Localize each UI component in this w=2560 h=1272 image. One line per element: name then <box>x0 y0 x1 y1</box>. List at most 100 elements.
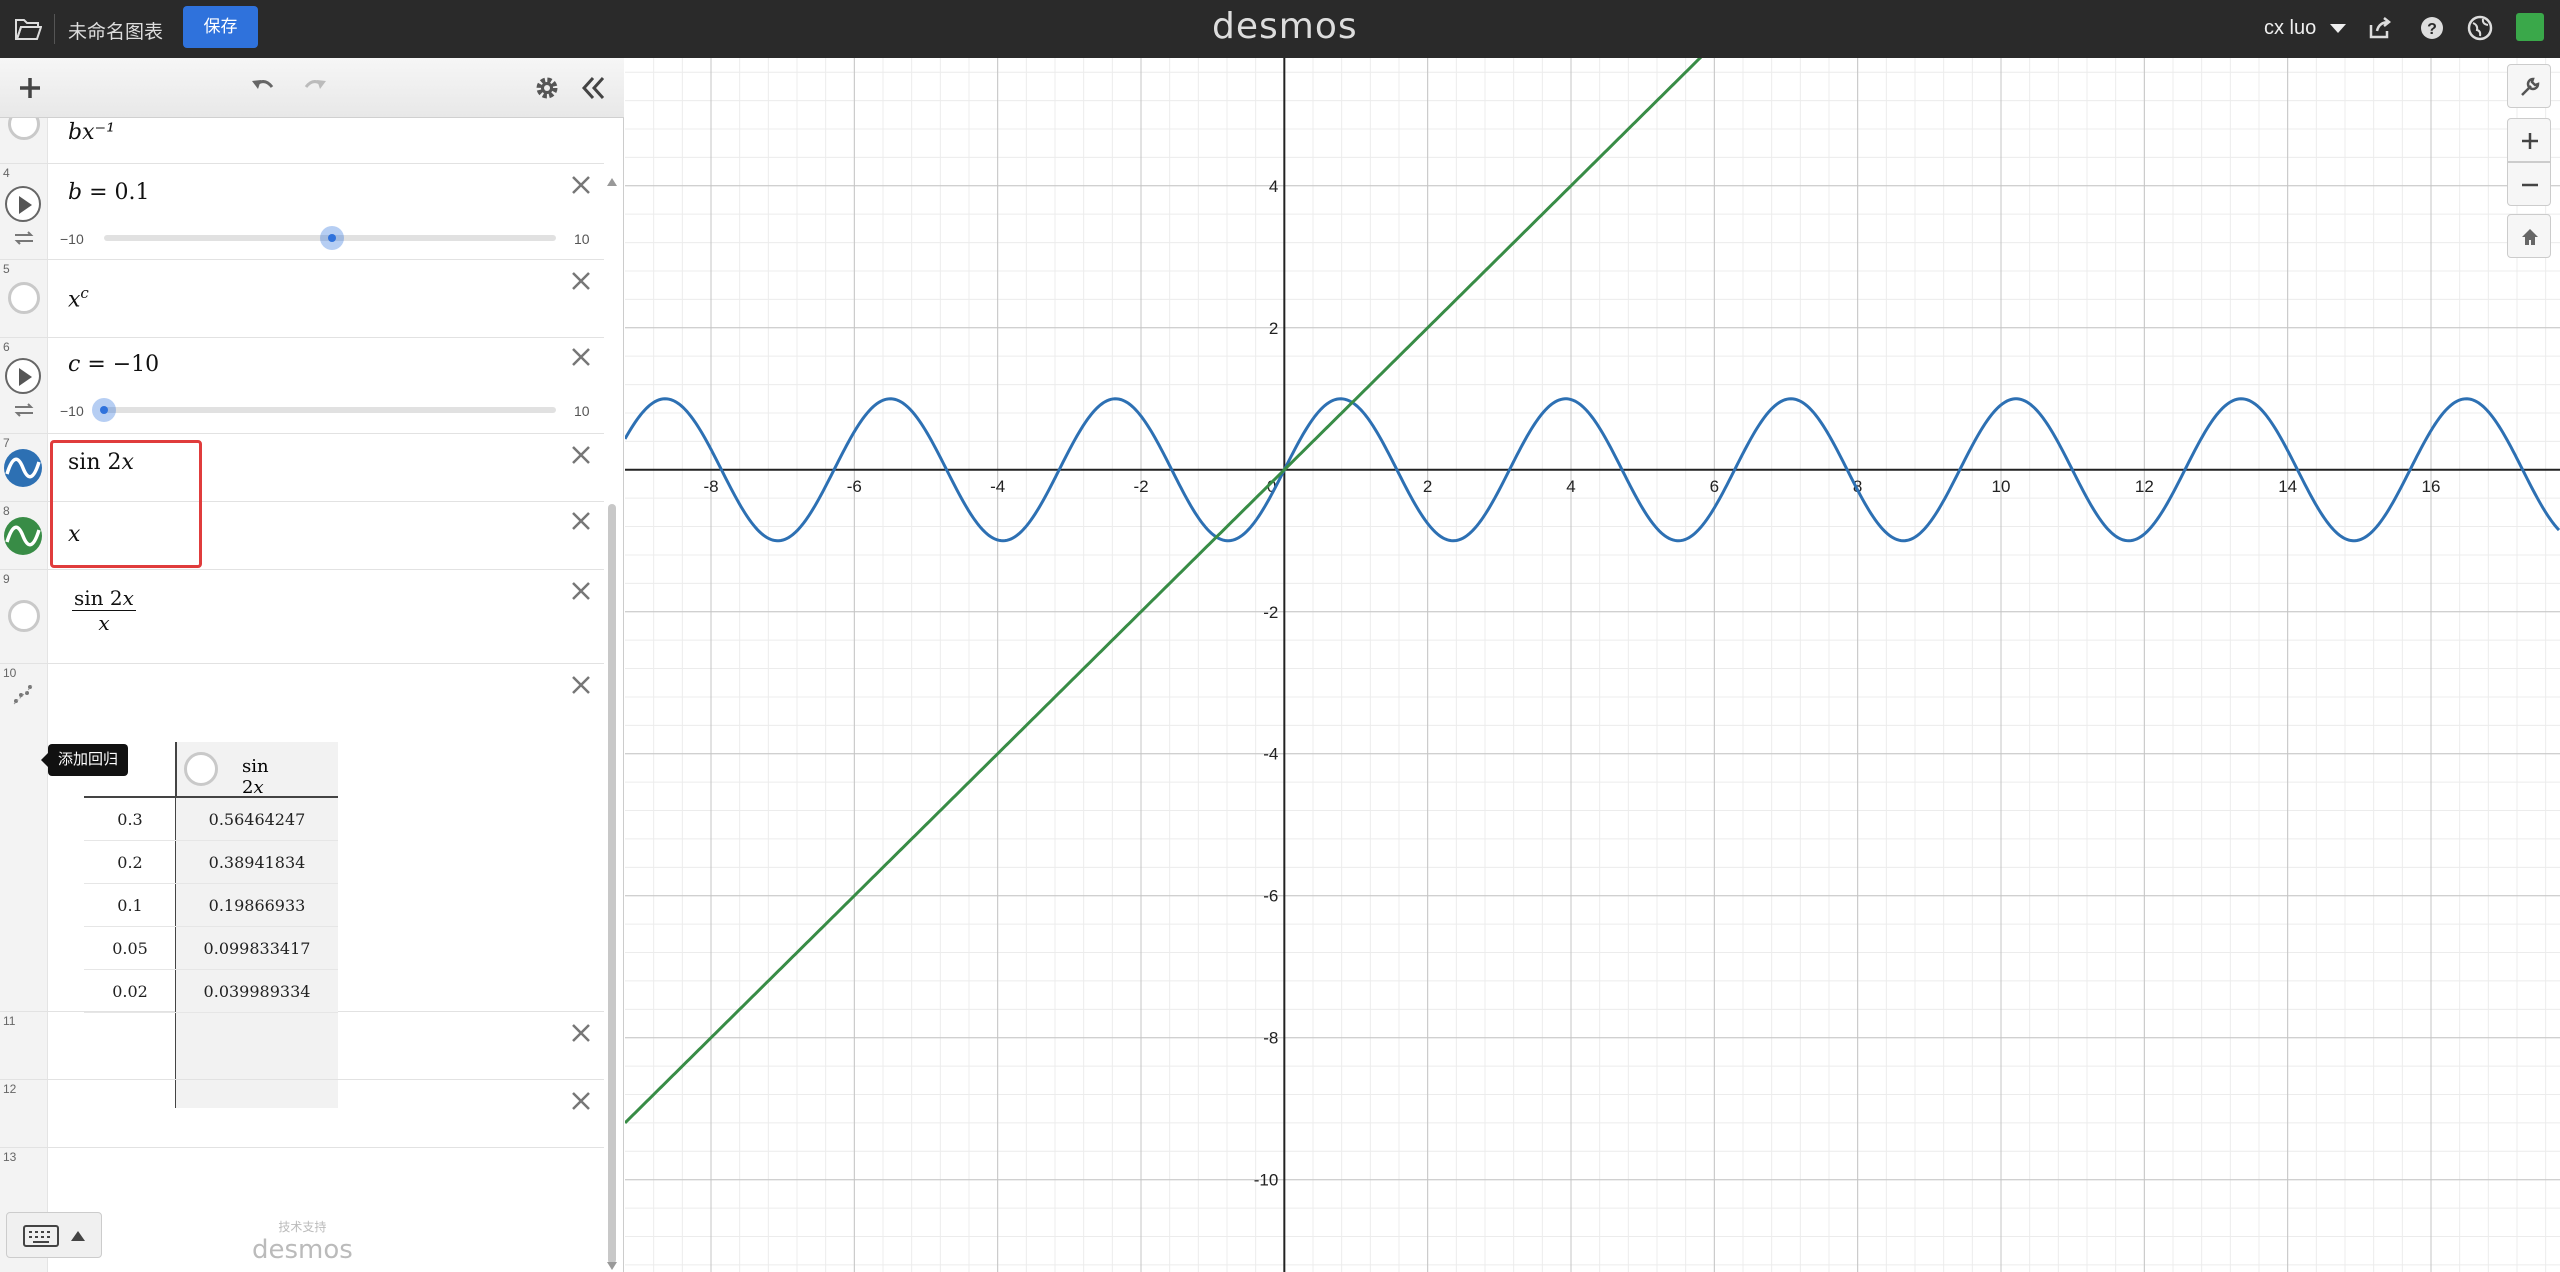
table-cell[interactable]: 0.2 <box>84 841 176 884</box>
x-tick-label: 4 <box>1566 477 1575 496</box>
keyboard-toggle-button[interactable] <box>6 1212 102 1258</box>
svg-text:?: ? <box>2427 21 2437 38</box>
redo-icon[interactable] <box>298 72 330 104</box>
wrench-icon <box>2521 77 2540 96</box>
expression-row[interactable]: bx⁻¹ <box>0 118 604 164</box>
graph-canvas[interactable]: -8 -6 -4 -2 0 2 4 6 8 10 12 14 16 4 2 -2 -4 -6 -8 -10 <box>625 58 2560 1272</box>
expression-math[interactable]: b = 0.1 <box>68 180 150 205</box>
x-tick-label: -6 <box>847 477 862 496</box>
add-regression-tooltip: 添加回归 <box>40 744 129 776</box>
close-icon[interactable] <box>570 1090 592 1112</box>
avatar[interactable] <box>2516 13 2544 41</box>
help-icon[interactable]: ? <box>2419 15 2445 41</box>
table-cell[interactable]: 0.02 <box>84 970 176 1013</box>
slider-track[interactable] <box>104 407 556 413</box>
table-cell[interactable]: 0.19866933 <box>176 884 338 927</box>
expression-math[interactable]: xc <box>68 284 89 312</box>
curve-x <box>625 58 1703 1124</box>
expression-row[interactable]: 9 sin 2x x <box>0 570 604 664</box>
expression-math[interactable]: bx⁻¹ <box>68 120 115 145</box>
sine-wave-icon[interactable] <box>3 516 43 556</box>
powered-by-logo: desmos <box>252 1235 353 1265</box>
graph-settings-wrench-button[interactable] <box>2507 64 2551 108</box>
sine-wave-icon[interactable] <box>3 448 43 488</box>
hidden-toggle-circle[interactable] <box>184 752 218 786</box>
hidden-toggle-circle[interactable] <box>8 282 40 314</box>
powered-by-label: 技术支持 <box>278 1220 327 1234</box>
x-tick-label: -4 <box>990 477 1005 496</box>
add-icon[interactable] <box>14 72 46 104</box>
top-bar: 未命名图表 保存 desmos cx luo ? <box>0 0 2560 58</box>
scroll-down-icon[interactable] <box>607 1262 617 1270</box>
slider-max[interactable]: 10 <box>574 403 590 419</box>
powered-by-desmos: 技术支持 desmos <box>252 1218 353 1265</box>
hidden-toggle-circle[interactable] <box>8 118 40 140</box>
zoom-in-button[interactable] <box>2507 118 2551 162</box>
highlight-box <box>50 440 202 568</box>
close-icon[interactable] <box>570 1022 592 1044</box>
save-button[interactable]: 保存 <box>183 6 258 48</box>
expression-row[interactable]: 6 c = −10 −10 10 <box>0 338 604 434</box>
loop-icon[interactable] <box>13 402 35 418</box>
fraction-expression[interactable]: sin 2x x <box>72 586 136 635</box>
scrollbar[interactable] <box>606 178 618 1272</box>
loop-icon[interactable] <box>13 230 35 246</box>
row-number: 11 <box>3 1014 16 1028</box>
desmos-logo: desmos <box>1212 6 1358 47</box>
row-number: 13 <box>3 1150 17 1164</box>
table-cell[interactable]: 0.05 <box>84 927 176 970</box>
close-icon[interactable] <box>570 444 592 466</box>
expression-row[interactable]: 4 b = 0.1 −10 10 <box>0 164 604 260</box>
divider <box>54 14 55 44</box>
expression-row[interactable]: 5 xc <box>0 260 604 338</box>
table-cell[interactable]: 0.56464247 <box>176 798 338 841</box>
slider-knob[interactable] <box>92 398 116 422</box>
share-icon[interactable] <box>2367 15 2393 41</box>
y-tick-label: -10 <box>1254 1171 1279 1190</box>
play-icon[interactable] <box>5 186 41 222</box>
close-icon[interactable] <box>570 580 592 602</box>
table-cell[interactable]: 0.38941834 <box>176 841 338 884</box>
row-number: 10 <box>3 666 17 680</box>
y-tick-label: 2 <box>1269 319 1278 338</box>
graph-svg[interactable]: -8 -6 -4 -2 0 2 4 6 8 10 12 14 1642-2-4-6-8-10 <box>625 58 2560 1272</box>
hidden-toggle-circle[interactable] <box>8 600 40 632</box>
user-menu[interactable]: cx luo <box>2264 17 2316 40</box>
close-icon[interactable] <box>570 174 592 196</box>
slider-min[interactable]: −10 <box>60 403 84 419</box>
scroll-up-icon[interactable] <box>607 178 617 186</box>
empty-expression-row[interactable]: 12 <box>0 1080 604 1148</box>
close-icon[interactable] <box>570 270 592 292</box>
empty-expression-row[interactable]: 11 <box>0 1012 604 1080</box>
table-cell[interactable]: 0.099833417 <box>176 927 338 970</box>
close-icon[interactable] <box>570 346 592 368</box>
table-cell[interactable]: 0.1 <box>84 884 176 927</box>
zoom-out-button[interactable] <box>2507 162 2551 206</box>
x-tick-label: 6 <box>1710 477 1719 496</box>
y-tick-label: 4 <box>1269 177 1278 196</box>
settings-gear-icon[interactable] <box>531 72 563 104</box>
collapse-panel-icon[interactable] <box>578 72 610 104</box>
regression-scatter-icon[interactable] <box>12 684 34 706</box>
chevron-down-icon[interactable] <box>2330 24 2346 33</box>
table-cell[interactable]: 0.039989334 <box>176 970 338 1013</box>
folder-open-icon[interactable] <box>14 16 42 42</box>
slider-max[interactable]: 10 <box>574 231 590 247</box>
close-icon[interactable] <box>570 510 592 532</box>
close-icon[interactable] <box>570 674 592 696</box>
table-header-label[interactable]: sin 2x <box>242 756 269 798</box>
graph-title[interactable]: 未命名图表 <box>68 17 163 44</box>
table-cell[interactable]: 0.3 <box>84 798 176 841</box>
play-icon[interactable] <box>5 358 41 394</box>
undo-icon[interactable] <box>248 72 280 104</box>
expression-math[interactable]: c = −10 <box>68 352 159 377</box>
scrollbar-thumb[interactable] <box>608 504 616 1264</box>
globe-icon[interactable] <box>2467 15 2493 41</box>
chevron-up-icon <box>71 1231 85 1241</box>
slider-min[interactable]: −10 <box>60 231 84 247</box>
default-viewport-button[interactable] <box>2507 214 2551 258</box>
panel-toolbar <box>0 58 624 118</box>
slider-knob[interactable] <box>320 226 344 250</box>
row-number: 6 <box>3 340 10 354</box>
minus-icon <box>2522 183 2538 187</box>
